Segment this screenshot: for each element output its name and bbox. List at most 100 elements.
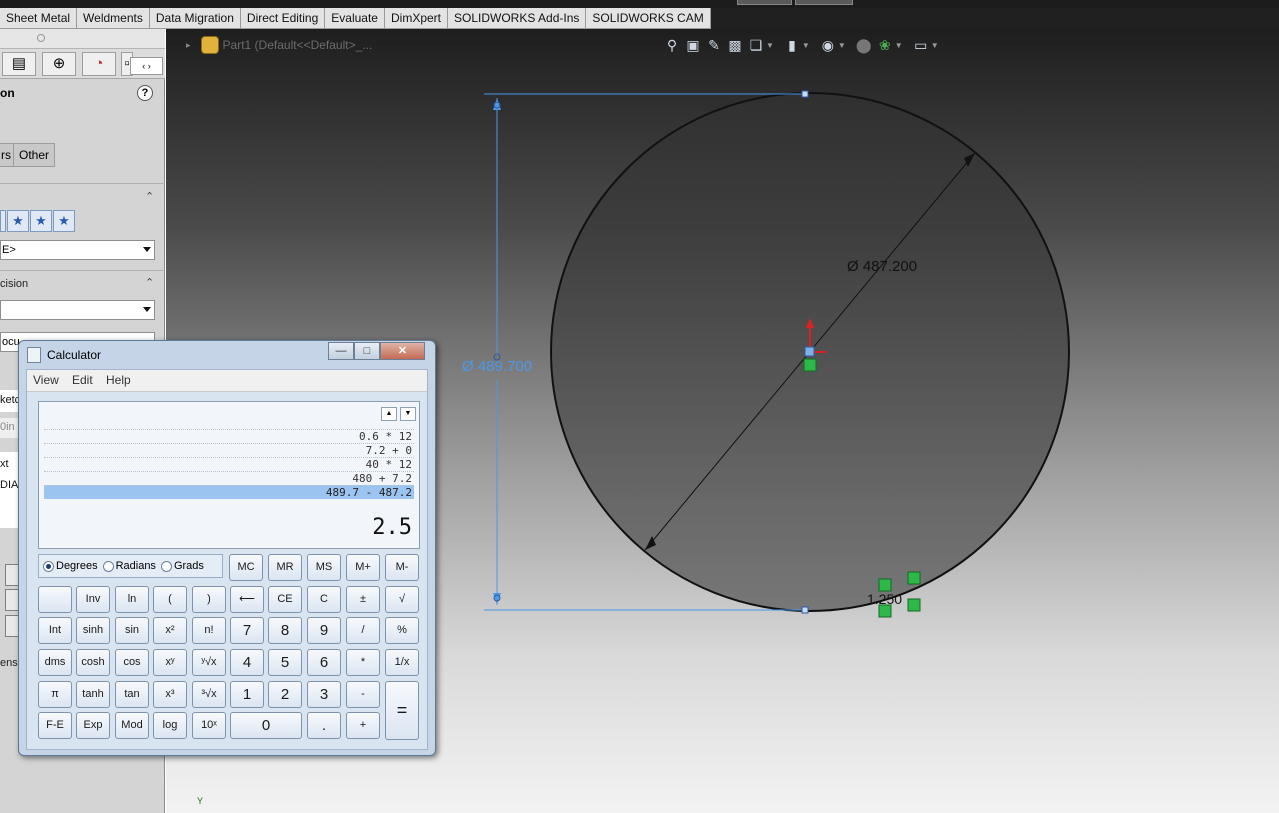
radians-radio[interactable]: Radians xyxy=(102,560,156,572)
menu-view[interactable]: View xyxy=(33,373,59,387)
tab-scroll-arrows[interactable]: ‹ › xyxy=(130,57,163,75)
key-c[interactable]: C xyxy=(307,586,341,613)
key-percent[interactable]: % xyxy=(385,617,419,644)
key-decimal[interactable]: . xyxy=(307,712,341,739)
arrow-down-icon[interactable]: ▼ xyxy=(400,407,416,421)
key-int[interactable]: Int xyxy=(38,617,72,644)
degrees-label: Degrees xyxy=(56,560,98,572)
key-reciprocal[interactable]: 1/x xyxy=(385,649,419,676)
key-divide[interactable]: / xyxy=(346,617,380,644)
key-plus[interactable]: + xyxy=(346,712,380,739)
angle-mode-group: Degrees Radians Grads xyxy=(38,554,223,578)
key-equals[interactable]: = xyxy=(385,681,419,740)
key-mc[interactable]: MC xyxy=(229,554,263,581)
key-sin[interactable]: sin xyxy=(115,617,149,644)
arrow-up-icon[interactable]: ▲ xyxy=(381,407,397,421)
favorite-dropdown[interactable]: E> xyxy=(0,240,155,260)
key-backspace[interactable]: ⟵ xyxy=(230,586,264,613)
save-favorite-icon[interactable]: ★ xyxy=(30,210,52,232)
key-cosh[interactable]: cosh xyxy=(76,649,110,676)
key-minus[interactable]: - xyxy=(346,681,380,708)
tab-other[interactable]: Other xyxy=(13,143,56,167)
center-point[interactable] xyxy=(804,346,815,357)
collapse-icon[interactable]: ⌃ xyxy=(145,276,154,289)
key-mr[interactable]: MR xyxy=(268,554,302,581)
key-tan[interactable]: tan xyxy=(115,681,149,708)
key-8[interactable]: 8 xyxy=(268,617,302,644)
key-blank[interactable] xyxy=(38,586,72,613)
key-tanh[interactable]: tanh xyxy=(76,681,110,708)
key-cube-root[interactable]: ³√x xyxy=(192,681,226,708)
maximize-button[interactable]: □ xyxy=(354,342,380,360)
key-5[interactable]: 5 xyxy=(268,649,302,676)
key-close-paren[interactable]: ) xyxy=(192,586,226,613)
calculator-titlebar[interactable]: Calculator — □ ✕ xyxy=(19,341,435,369)
diameter-dimension-label[interactable]: Ø 487.200 xyxy=(847,258,917,275)
configuration-manager-tab-icon[interactable]: ⊕ xyxy=(42,52,76,76)
key-9[interactable]: 9 xyxy=(307,617,341,644)
history-entry[interactable]: 0.6 * 12 xyxy=(44,429,414,443)
key-1[interactable]: 1 xyxy=(230,681,264,708)
key-2[interactable]: 2 xyxy=(268,681,302,708)
key-m-plus[interactable]: M+ xyxy=(346,554,380,581)
dimension-text-box[interactable]: xt DIAM xyxy=(0,452,28,528)
key-square[interactable]: x² xyxy=(153,617,187,644)
key-log[interactable]: log xyxy=(153,712,187,739)
key-nth-root[interactable]: ʸ√x xyxy=(192,649,226,676)
key-4[interactable]: 4 xyxy=(230,649,264,676)
remove-favorite-icon[interactable]: ★ xyxy=(7,210,29,232)
input-field-fragment[interactable]: 0in xyxy=(0,418,18,438)
history-entry[interactable]: 7.2 + 0 xyxy=(44,443,414,457)
key-6[interactable]: 6 xyxy=(307,649,341,676)
key-0[interactable]: 0 xyxy=(230,712,302,739)
key-cos[interactable]: cos xyxy=(115,649,149,676)
collapse-icon[interactable]: ⌃ xyxy=(145,190,154,203)
panel-grip[interactable] xyxy=(0,29,165,49)
display-manager-tab-icon[interactable]: ◔ xyxy=(82,52,116,76)
history-entry[interactable]: 480 + 7.2 xyxy=(44,471,414,485)
key-fe[interactable]: F-E xyxy=(38,712,72,739)
calculator-window[interactable]: Calculator — □ ✕ View Edit Help ▲ ▼ 0.6 … xyxy=(18,340,436,756)
history-entry[interactable]: 40 * 12 xyxy=(44,457,414,471)
linear-dimension-label[interactable]: Ø 489.700 xyxy=(462,358,532,375)
key-3[interactable]: 3 xyxy=(307,681,341,708)
grip-icon xyxy=(37,34,45,42)
key-exp[interactable]: Exp xyxy=(76,712,110,739)
degrees-radio[interactable]: Degrees xyxy=(43,560,98,572)
grads-radio[interactable]: Grads xyxy=(160,560,204,572)
key-sqrt[interactable]: √ xyxy=(385,586,419,613)
key-m-minus[interactable]: M- xyxy=(385,554,419,581)
key-mod[interactable]: Mod xyxy=(115,712,149,739)
property-manager-tab-icon[interactable]: ▤ xyxy=(2,52,36,76)
key-multiply[interactable]: * xyxy=(346,649,380,676)
key-7[interactable]: 7 xyxy=(230,617,264,644)
key-sinh[interactable]: sinh xyxy=(76,617,110,644)
key-cube[interactable]: x³ xyxy=(153,681,187,708)
small-dimension-label[interactable]: 1.250 xyxy=(867,591,902,607)
text-field-fragment[interactable]: ketc xyxy=(0,390,20,412)
favorite-icon[interactable] xyxy=(0,210,6,232)
key-dms[interactable]: dms xyxy=(38,649,72,676)
key-inv[interactable]: Inv xyxy=(76,586,110,613)
key-plus-minus[interactable]: ± xyxy=(346,586,380,613)
close-button[interactable]: ✕ xyxy=(380,342,425,360)
sketch-point[interactable] xyxy=(801,90,809,98)
help-icon[interactable]: ? xyxy=(137,85,153,101)
minimize-button[interactable]: — xyxy=(328,342,354,360)
key-ce[interactable]: CE xyxy=(268,586,302,613)
key-factorial[interactable]: n! xyxy=(192,617,226,644)
key-ms[interactable]: MS xyxy=(307,554,341,581)
key-power[interactable]: xʸ xyxy=(153,649,187,676)
key-pi[interactable]: π xyxy=(38,681,72,708)
menu-help[interactable]: Help xyxy=(106,373,131,387)
key-ln[interactable]: ln xyxy=(115,586,149,613)
key-ten-power[interactable]: 10ˣ xyxy=(192,712,226,739)
menu-edit[interactable]: Edit xyxy=(72,373,93,387)
key-open-paren[interactable]: ( xyxy=(153,586,187,613)
precision-dropdown[interactable] xyxy=(0,300,155,320)
load-favorite-icon[interactable]: ★ xyxy=(53,210,75,232)
calculator-icon xyxy=(27,347,41,363)
history-entry-selected[interactable]: 489.7 - 487.2 xyxy=(44,485,414,499)
sketch-point[interactable] xyxy=(801,606,809,614)
history-list: 0.6 * 12 7.2 + 0 40 * 12 480 + 7.2 489.7… xyxy=(44,429,414,499)
